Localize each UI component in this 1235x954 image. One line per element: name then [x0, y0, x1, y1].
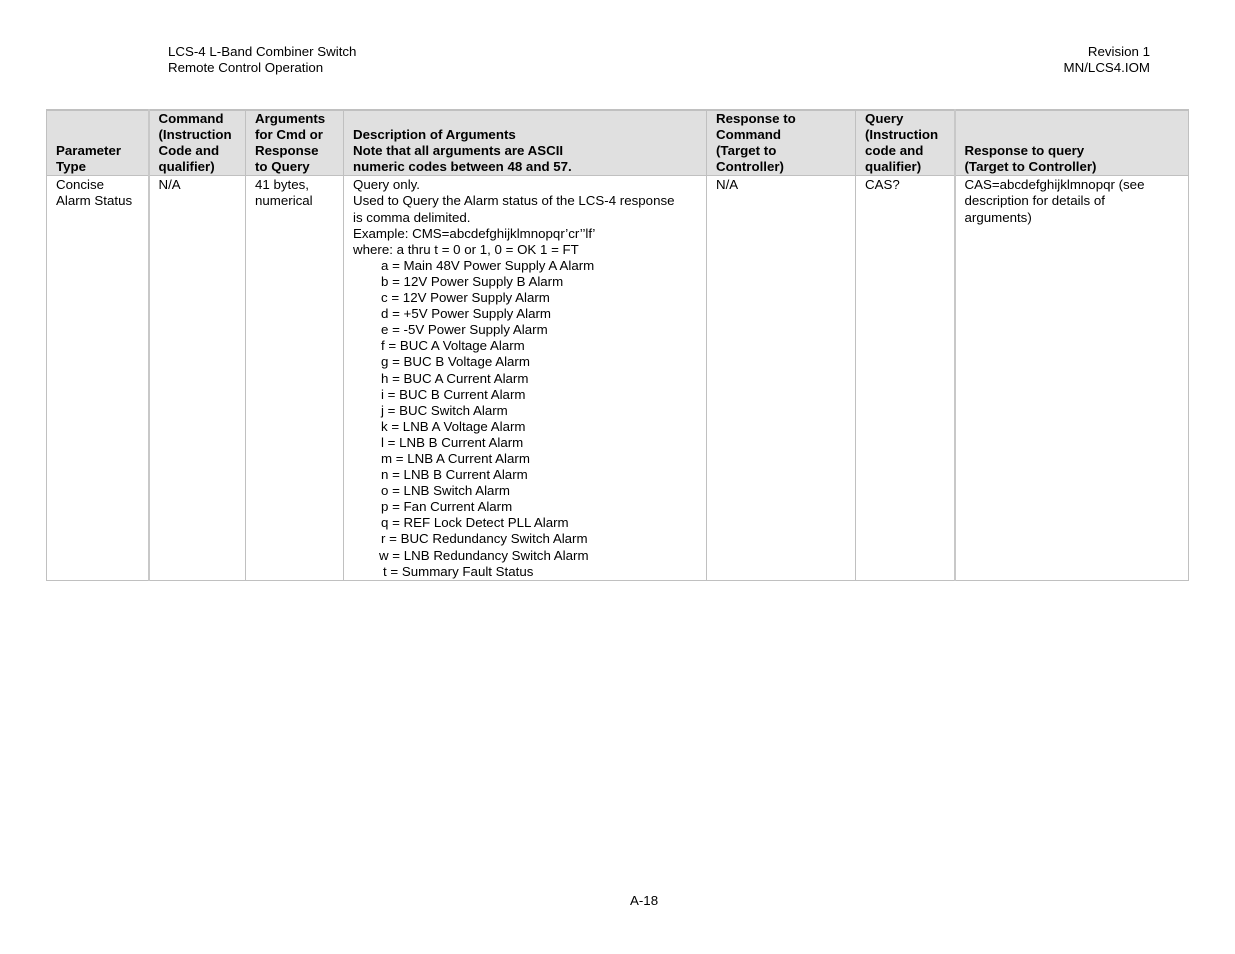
cell-description: Query only. Used to Query the Alarm stat… [343, 175, 707, 581]
header-text: (Target to Controller) [964, 159, 1097, 175]
header-parameter-type: Parameter Type [46, 109, 150, 177]
cell-text: CAS=abcdefghijklmnopqr (see [964, 177, 1145, 193]
header-text: to Query [255, 159, 310, 175]
alarm-item: r = BUC Redundancy Switch Alarm [381, 531, 588, 547]
header-text: Response to [716, 111, 796, 126]
alarm-item: o = LNB Switch Alarm [381, 483, 510, 499]
document-revision: Revision 1 [1087, 44, 1150, 59]
alarm-item: d = +5V Power Supply Alarm [381, 306, 551, 322]
alarm-item: m = LNB A Current Alarm [381, 450, 530, 466]
description-line: Query only. [353, 177, 421, 193]
alarm-item: j = BUC Switch Alarm [381, 402, 508, 418]
header-text: Command [716, 127, 782, 143]
document-id: MN/LCS4.IOM [1063, 60, 1150, 75]
header-text: qualifier) [865, 159, 922, 175]
cell-text: Alarm Status [56, 193, 133, 209]
cell-text: CAS? [865, 177, 900, 193]
document-section: Remote Control Operation [168, 60, 324, 75]
document-header-right: Revision 1 MN/LCS4.IOM [1064, 44, 1150, 76]
cell-text: N/A [158, 177, 181, 193]
cell-command: N/A [148, 175, 246, 581]
header-text: Response to query [964, 143, 1085, 159]
header-text: Query [865, 111, 904, 126]
description-line: Used to Query the Alarm status of the LC… [353, 193, 675, 209]
alarm-item: g = BUC B Voltage Alarm [381, 354, 530, 370]
alarm-item: q = REF Lock Detect PLL Alarm [381, 515, 569, 531]
alarm-item: b = 12V Power Supply B Alarm [381, 273, 564, 289]
header-query: Query (Instruction code and qualifier) [855, 109, 956, 177]
cell-text: description for details of [964, 193, 1105, 209]
description-line: where: a thru t = 0 or 1, 0 = OK 1 = FT [353, 241, 579, 257]
header-text: (Target to [716, 143, 777, 159]
cell-arguments: 41 bytes, numerical [245, 175, 344, 581]
header-text: Controller) [716, 159, 784, 175]
cell-text: Concise [56, 177, 105, 193]
header-command: Command (Instruction Code and qualifier) [148, 109, 246, 177]
header-text: code and [865, 143, 924, 159]
header-response-to-query: Response to query (Target to Controller) [954, 109, 1189, 177]
page-number: A-18 [630, 893, 659, 908]
header-description: Description of Arguments Note that all a… [343, 109, 707, 177]
header-text: Response [255, 143, 319, 159]
header-text: numeric codes between 48 and 57. [353, 159, 572, 175]
header-text: Command [158, 111, 224, 126]
header-text: Description of Arguments [353, 127, 516, 143]
alarm-item: i = BUC B Current Alarm [381, 386, 526, 402]
header-text: for Cmd or [255, 127, 323, 143]
description-example: Example: CMS=abcdefghijklmnopqr’cr’’lf’ [353, 225, 596, 241]
alarm-item: f = BUC A Voltage Alarm [381, 338, 525, 354]
header-text: qualifier) [158, 159, 215, 175]
cell-query: CAS? [855, 175, 956, 581]
cell-text: numerical [255, 193, 313, 209]
table-header-row: Parameter Type Command (Instruction Code… [46, 109, 1189, 177]
alarm-item: n = LNB B Current Alarm [381, 467, 528, 483]
header-text: Arguments [255, 111, 326, 126]
alarm-item: l = LNB B Current Alarm [381, 434, 524, 450]
alarm-item: t = Summary Fault Status [383, 563, 534, 579]
cell-response-to-query: CAS=abcdefghijklmnopqr (see description … [954, 175, 1189, 581]
alarm-item: h = BUC A Current Alarm [381, 370, 529, 386]
header-text: (Instruction [158, 127, 232, 143]
alarm-item: c = 12V Power Supply Alarm [381, 290, 550, 306]
alarm-item: k = LNB A Voltage Alarm [381, 418, 526, 434]
cell-text: 41 bytes, [255, 177, 309, 193]
table-row: Concise Alarm Status N/A 41 bytes, numer… [46, 175, 1189, 581]
header-text: (Instruction [865, 127, 939, 143]
document-header-left: LCS-4 L-Band Combiner Switch Remote Cont… [168, 44, 356, 76]
header-text: Code and [158, 143, 220, 159]
alarm-item: w = LNB Redundancy Switch Alarm [379, 547, 589, 563]
header-text: Note that all arguments are ASCII [353, 143, 564, 159]
cell-text: arguments) [964, 209, 1032, 225]
cell-response-to-command: N/A [706, 175, 856, 581]
header-text: Parameter [56, 143, 122, 159]
alarm-item: a = Main 48V Power Supply A Alarm [381, 257, 595, 273]
header-arguments: Arguments for Cmd or Response to Query [245, 109, 344, 177]
alarm-item: p = Fan Current Alarm [381, 499, 513, 515]
header-response-to-command: Response to Command (Target to Controlle… [706, 109, 856, 177]
cell-text: N/A [716, 177, 739, 193]
command-spec-table: Parameter Type Command (Instruction Code… [46, 109, 1189, 581]
alarm-item: e = -5V Power Supply Alarm [381, 322, 548, 338]
document-title: LCS-4 L-Band Combiner Switch [168, 44, 357, 59]
cell-parameter-type: Concise Alarm Status [46, 175, 150, 581]
description-line: is comma delimited. [353, 209, 471, 225]
header-text: Type [56, 159, 87, 175]
